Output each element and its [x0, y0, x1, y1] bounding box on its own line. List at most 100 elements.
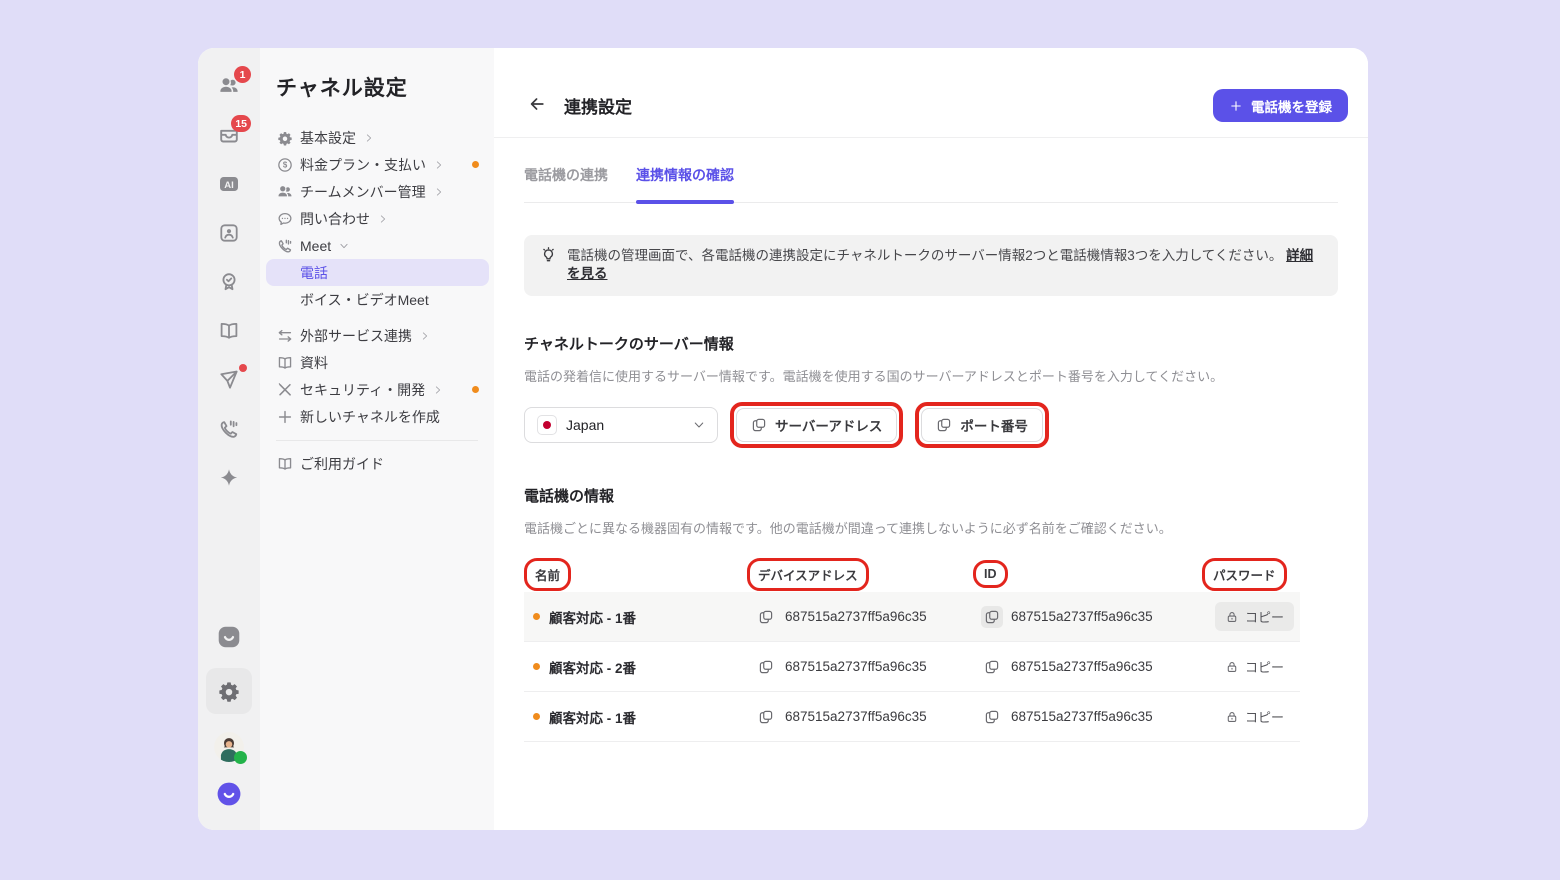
table-row: 顧客対応 - 1番 687515a2737ff5a96c35 687515a27…	[524, 692, 1300, 742]
customers-nav-button[interactable]	[217, 221, 241, 245]
country-select[interactable]: Japan	[524, 407, 718, 443]
device-address-cell: 687515a2737ff5a96c35	[755, 606, 981, 628]
copy-port-button[interactable]: ポート番号	[921, 408, 1043, 442]
docs-nav-button[interactable]	[217, 319, 241, 343]
phone-name-cell: 顧客対応 - 2番	[524, 657, 755, 677]
annotation-ring-id: ID	[973, 560, 1008, 588]
swap-arrows-icon	[276, 327, 294, 345]
sidebar-item-label: 外部サービス連携	[300, 326, 412, 346]
copy-device-address-button[interactable]	[755, 656, 777, 678]
sidebar-item-phone-selected[interactable]: 電話	[266, 259, 489, 286]
annotation-ring-password: パスワード	[1202, 558, 1287, 591]
annotation-ring-server-address: サーバーアドレス	[730, 402, 903, 448]
copy-password-button[interactable]: コピー	[1215, 652, 1294, 681]
phone-name-cell: 顧客対応 - 1番	[524, 607, 755, 627]
password-cell: コピー	[1210, 702, 1300, 731]
table-row: 顧客対応 - 2番 687515a2737ff5a96c35 687515a27…	[524, 642, 1300, 692]
copy-password-label: コピー	[1245, 607, 1284, 626]
main-header: 連携設定 電話機を登録	[494, 48, 1368, 138]
chevron-right-icon	[434, 160, 444, 170]
table-header-row: 名前 デバイスアドレス ID パスワード	[524, 556, 1300, 592]
device-address-value: 687515a2737ff5a96c35	[785, 609, 927, 624]
sidebar-item-inquiry[interactable]: 問い合わせ	[260, 205, 494, 232]
copy-id-button[interactable]	[981, 656, 1003, 678]
copy-icon	[936, 417, 952, 433]
server-info-description: 電話の発着信に使用するサーバー情報です。電話機を使用する国のサーバーアドレスとポ…	[524, 366, 1338, 385]
notice-box: 電話機の管理画面で、各電話機の連携設定にチャネルトークのサーバー情報2つと電話機…	[524, 235, 1338, 296]
register-phone-label: 電話機を登録	[1251, 96, 1332, 116]
sidebar-item-billing[interactable]: 料金プラン・支払い	[260, 151, 494, 178]
contacts-nav-button[interactable]: 1	[217, 74, 241, 98]
sidebar-item-external-services[interactable]: 外部サービス連携	[260, 322, 494, 349]
id-value: 687515a2737ff5a96c35	[1011, 709, 1153, 724]
sidebar-item-materials[interactable]: 資料	[260, 349, 494, 376]
copy-icon	[751, 417, 767, 433]
main-panel: 連携設定 電話機を登録 電話機の連携 連携情報の確認 電話機の管理画面で、各電話…	[494, 48, 1368, 830]
icon-rail: 1 15	[198, 48, 260, 830]
contacts-badge: 1	[234, 66, 251, 83]
id-cell: 687515a2737ff5a96c35	[981, 606, 1210, 628]
sidebar-item-create-channel[interactable]: 新しいチャネルを作成	[260, 403, 494, 430]
copy-password-button[interactable]: コピー	[1215, 602, 1294, 631]
copy-id-button[interactable]	[981, 606, 1003, 628]
channel-talk-launcher[interactable]	[215, 780, 243, 808]
copy-password-label: コピー	[1245, 707, 1284, 726]
settings-sidebar: チャネル設定 基本設定 料金プラン・支払い チームメンバー管理 問い合わせ Me…	[260, 48, 494, 830]
ai-icon	[217, 172, 241, 196]
chevron-right-icon	[378, 214, 388, 224]
tab-bar: 電話機の連携 連携情報の確認	[524, 165, 1338, 203]
copy-icon	[984, 609, 1000, 625]
sidebar-item-basic-settings[interactable]: 基本設定	[260, 124, 494, 151]
gear-icon	[276, 129, 294, 147]
copy-password-button[interactable]: コピー	[1215, 702, 1294, 731]
orange-status-dot	[533, 663, 540, 670]
meet-nav-button[interactable]	[217, 417, 241, 441]
phone-icon	[217, 417, 241, 441]
tab-link-info-confirm[interactable]: 連携情報の確認	[636, 165, 734, 202]
server-info-title: チャネルトークのサーバー情報	[524, 333, 1338, 354]
sidebar-item-security-dev[interactable]: セキュリティ・開発	[260, 376, 494, 403]
sparkle-nav-button[interactable]	[217, 466, 241, 490]
japan-flag-icon	[537, 415, 557, 435]
back-button[interactable]	[527, 94, 547, 114]
sidebar-item-team-members[interactable]: チームメンバー管理	[260, 178, 494, 205]
notification-dot	[239, 364, 247, 372]
device-address-value: 687515a2737ff5a96c35	[785, 659, 927, 674]
col-header-id: ID	[984, 567, 997, 581]
marketing-nav-button[interactable]	[217, 270, 241, 294]
sidebar-item-voice-video-meet[interactable]: ボイス・ビデオMeet	[260, 286, 494, 313]
sidebar-item-label: 基本設定	[300, 128, 356, 148]
sidebar-item-meet[interactable]: Meet	[260, 232, 494, 259]
sidebar-item-label: ボイス・ビデオMeet	[300, 290, 429, 310]
lightbulb-icon	[539, 246, 558, 265]
register-phone-button[interactable]: 電話機を登録	[1213, 89, 1348, 122]
user-avatar[interactable]	[214, 732, 244, 762]
copy-port-label: ポート番号	[960, 415, 1028, 435]
id-value: 687515a2737ff5a96c35	[1011, 609, 1153, 624]
phone-name: 顧客対応 - 1番	[549, 607, 636, 627]
copy-device-address-button[interactable]	[755, 706, 777, 728]
chat-bubble-icon	[276, 210, 294, 228]
copy-device-address-button[interactable]	[755, 606, 777, 628]
book-icon	[276, 354, 294, 372]
channel-app-button[interactable]	[216, 624, 242, 650]
copy-server-address-label: サーバーアドレス	[775, 415, 882, 435]
copy-id-button[interactable]	[981, 706, 1003, 728]
orange-dot	[472, 161, 479, 168]
sidebar-item-label: ご利用ガイド	[300, 454, 384, 474]
copy-server-address-button[interactable]: サーバーアドレス	[736, 408, 897, 442]
tab-phone-link[interactable]: 電話機の連携	[524, 165, 608, 202]
sidebar-item-label: 資料	[300, 353, 328, 373]
phone-icon	[276, 237, 294, 255]
inbox-nav-button[interactable]: 15	[217, 123, 241, 147]
chevron-right-icon	[434, 187, 444, 197]
campaign-nav-button[interactable]	[217, 368, 241, 392]
contact-card-icon	[217, 221, 241, 245]
sidebar-item-user-guide[interactable]: ご利用ガイド	[260, 450, 494, 477]
copy-icon	[984, 659, 1000, 675]
settings-nav-button-selected[interactable]	[206, 668, 252, 714]
phone-name-cell: 顧客対応 - 1番	[524, 707, 755, 727]
online-status-dot	[234, 751, 247, 764]
ai-nav-button[interactable]	[217, 172, 241, 196]
copy-password-label: コピー	[1245, 657, 1284, 676]
